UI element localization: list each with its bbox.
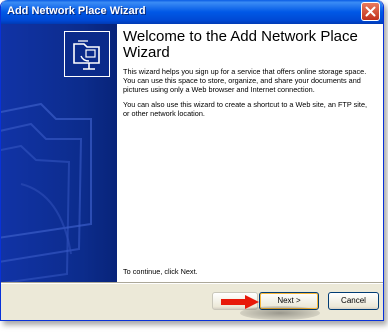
network-folder-icon <box>64 31 110 77</box>
wizard-content: Welcome to the Add Network Place Wizard … <box>117 24 383 282</box>
wizard-window: Add Network Place Wizard Welcome to the … <box>0 0 384 321</box>
close-button[interactable] <box>361 2 380 21</box>
red-arrow-icon <box>221 295 259 309</box>
title-bar[interactable]: Add Network Place Wizard <box>1 0 383 24</box>
description-paragraph: This wizard helps you sign up for a serv… <box>123 67 367 94</box>
continue-instruction: To continue, click Next. <box>123 267 198 276</box>
wizard-side-panel <box>1 24 117 282</box>
cancel-button[interactable]: Cancel <box>328 292 379 310</box>
close-icon <box>365 6 376 17</box>
shortcut-paragraph: You can also use this wizard to create a… <box>123 100 368 118</box>
page-title: Welcome to the Add Network Place Wizard <box>123 28 358 61</box>
button-separator <box>1 282 383 284</box>
window-title: Add Network Place Wizard <box>7 5 146 17</box>
